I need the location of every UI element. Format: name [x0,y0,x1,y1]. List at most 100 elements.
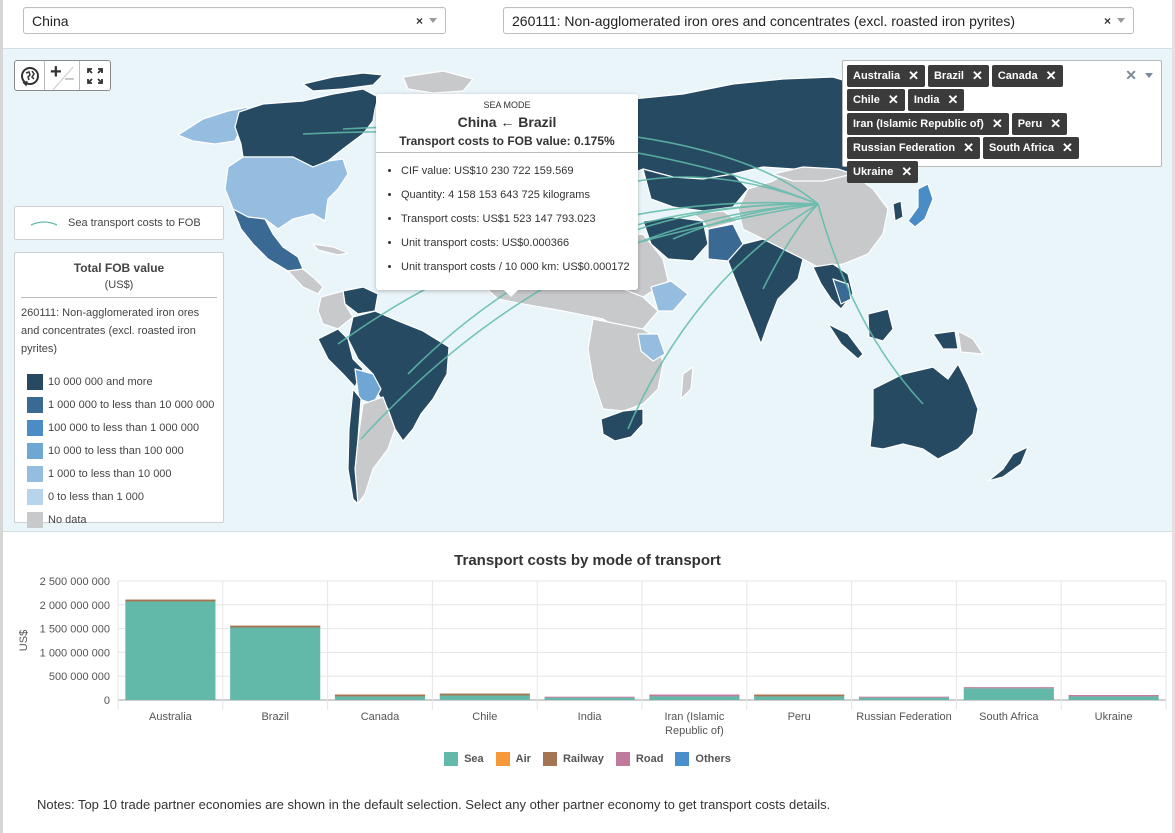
remove-tag-icon[interactable]: ✕ [972,65,983,87]
bar-segment-railway [439,693,530,696]
country-central-africa[interactable] [587,318,664,412]
country-cuba[interactable] [312,243,349,256]
chart-legend-item-road[interactable]: Road [615,752,664,766]
route-line-swatch [30,221,58,226]
legend-swatch [27,488,43,505]
chart-legend-item-air[interactable]: Air [495,752,531,766]
partner-tag-label: India [913,94,940,106]
remove-tag-icon[interactable]: ✕ [947,89,958,111]
bar-segment-railway [334,694,426,697]
clear-icon[interactable]: × [416,13,423,29]
fob-legend-item: 0 to less than 1 000 [21,485,217,508]
partner-economies-select[interactable]: Australia ✕ Brazil ✕ Canada ✕ Chile ✕ India ✕ Iran… [842,60,1162,183]
tooltip-unit-costs-per-distance: Unit transport costs / 10 000 km: US$0.0… [401,255,638,279]
partner-tag: India ✕ [907,89,965,111]
legend-label: 100 000 to less than 1 000 000 [48,421,200,434]
route-line-legend: Sea transport costs to FOB [14,206,224,240]
country-png[interactable] [957,330,984,355]
bar-segment-sea [963,688,1054,700]
bar-segment-sea [125,601,216,700]
remove-tag-icon[interactable]: ✕ [1062,137,1073,159]
country-borneo[interactable] [867,308,894,342]
fob-legend-item: 1 000 000 to less than 10 000 000 [21,393,217,416]
fullscreen-button[interactable] [80,61,110,90]
x-tick-label: South Africa [979,711,1039,723]
legend-label: Sea [464,753,484,765]
remove-tag-icon[interactable]: ✕ [1046,65,1057,87]
country-india[interactable] [727,238,804,345]
tooltip-details: CIF value: US$10 230 722 159.569 Quantit… [376,159,638,279]
country-australia[interactable] [869,363,979,460]
bar-segment-sea [754,696,845,700]
chart-legend-item-sea[interactable]: Sea [444,752,484,766]
country-ethiopia[interactable] [650,280,689,312]
chevron-down-icon[interactable] [1145,73,1153,78]
map-controls: + – [14,60,111,91]
zoom-out-button[interactable]: – [65,70,74,88]
fob-legend-item: 100 000 to less than 1 000 000 [21,416,217,439]
bar-segment-sea [439,695,530,700]
world-map[interactable]: + – Sea transport costs to FOB Total FOB… [3,48,1172,532]
legend-label: 1 000 to less than 10 000 [48,467,172,480]
y-tick-label: 500 000 000 [49,671,110,683]
transport-costs-chart: 0 500 000 000 1 000 000 000 1 500 000 000 2 … [3,540,1172,780]
legend-swatch [27,465,43,482]
chart-legend-item-railway[interactable]: Railway [542,752,604,766]
y-axis-label: US$ [18,630,30,651]
country-korea[interactable] [892,200,904,222]
legend-label: 0 to less than 1 000 [48,490,145,503]
chart-legend-item-others[interactable]: Others [675,752,731,766]
country-madagascar[interactable] [680,366,694,400]
country-new-guinea[interactable] [932,330,959,350]
remove-tag-icon[interactable]: ✕ [992,113,1003,135]
country-canada-islands[interactable] [302,72,384,92]
fob-legend-items: 10 000 000 and more 1 000 000 to less tha… [21,370,217,531]
remove-tag-icon[interactable]: ✕ [908,65,919,87]
product-select[interactable]: 260111: Non-agglomerated iron ores and c… [503,7,1134,34]
country-argentina[interactable] [354,396,396,505]
country-japan[interactable] [907,183,934,228]
fob-legend-item: 10 000 000 and more [21,370,217,393]
legend-label: Air [515,753,531,765]
reporter-economy-select[interactable]: China × [23,7,446,34]
fullscreen-icon [87,67,103,84]
country-indonesia[interactable] [827,323,864,360]
country-new-zealand[interactable] [987,446,1029,482]
chevron-down-icon[interactable] [429,18,437,23]
legend-swatch [27,511,43,528]
route-line-legend-label: Sea transport costs to FOB [68,217,201,229]
legend-swatch [542,752,557,766]
globe-reset-icon [20,66,39,86]
bar-segment-railway [125,599,216,602]
clear-icon[interactable]: × [1104,13,1111,29]
chevron-down-icon[interactable] [1117,18,1125,23]
partner-tag: Peru ✕ [1011,113,1068,135]
bar-segment-road [858,696,950,698]
country-greenland[interactable] [402,70,474,94]
tooltip-route: China ← Brazil [457,114,557,130]
legend-label: Road [635,753,664,765]
y-tick-label: 0 [104,695,110,707]
bar-segment-sea [230,627,321,700]
tooltip-ratio: Transport costs to FOB value: 0.175% [376,134,638,153]
country-central-america[interactable] [287,268,324,295]
legend-swatch [444,752,459,766]
remove-tag-icon[interactable]: ✕ [901,161,912,183]
x-tick-label: Republic of) [665,725,724,737]
remove-tag-icon[interactable]: ✕ [963,137,974,159]
remove-tag-icon[interactable]: ✕ [888,89,899,111]
country-south-africa[interactable] [600,408,644,442]
tooltip-quantity: Quantity: 4 158 153 643 725 kilograms [401,183,638,207]
chart-title: Transport costs by mode of transport [454,552,721,569]
legend-swatch [27,396,43,413]
partner-tag-label: Peru [1017,118,1043,130]
legend-label: 10 000 to less than 100 000 [48,444,184,457]
clear-all-icon[interactable]: ✕ [1125,67,1137,84]
product-value: 260111: Non-agglomerated iron ores and c… [512,12,1015,29]
bar-segment-road [649,694,740,697]
tooltip-transport-costs: Transport costs: US$1 523 147 793.023 [401,207,638,231]
remove-tag-icon[interactable]: ✕ [1050,113,1061,135]
fob-legend-unit: (US$) [21,279,217,298]
reset-view-button[interactable] [15,61,45,90]
partner-tag-label: Russian Federation [853,142,956,154]
